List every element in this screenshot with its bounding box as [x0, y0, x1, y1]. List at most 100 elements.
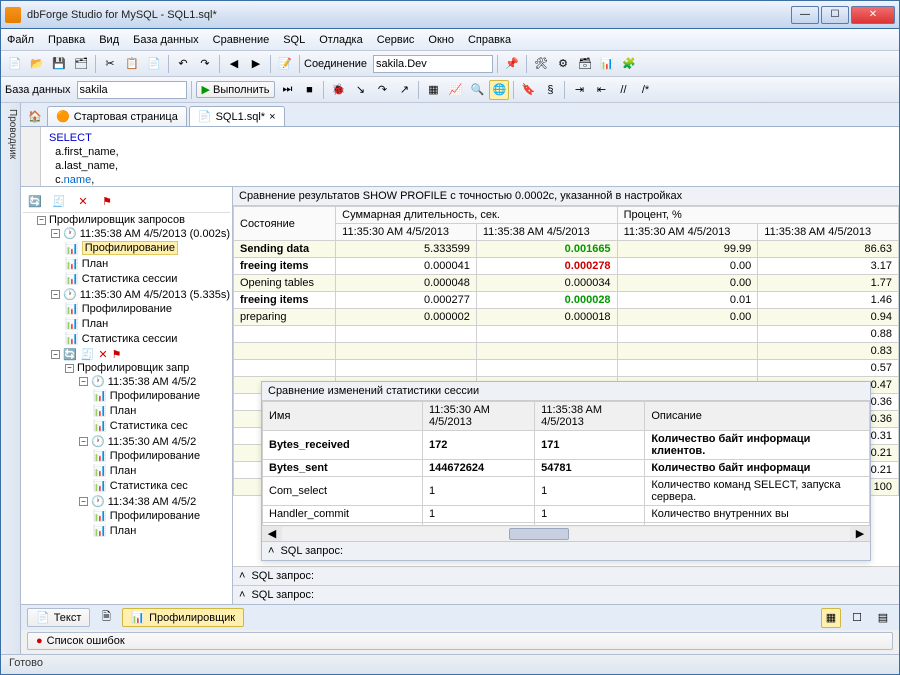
menu-view[interactable]: Вид: [99, 34, 119, 46]
tree-item[interactable]: 📊 План: [93, 404, 230, 417]
conn-input[interactable]: [373, 55, 493, 73]
delete-icon[interactable]: ✕: [73, 192, 93, 212]
tree-item[interactable]: 📊 Профилирование: [65, 241, 230, 255]
collapse-icon[interactable]: ˄: [268, 545, 274, 557]
scol-t1[interactable]: 11:35:30 AM 4/5/2013: [423, 402, 535, 431]
collapse-icon[interactable]: ˄: [239, 570, 245, 582]
indent-icon[interactable]: ⇥: [569, 80, 589, 100]
save-icon[interactable]: 💾: [49, 54, 69, 74]
filter-icon[interactable]: ⚑: [112, 348, 122, 361]
redo-icon[interactable]: ↷: [195, 54, 215, 74]
execute-button[interactable]: ▶ Выполнить: [196, 81, 276, 98]
scol-desc[interactable]: Описание: [645, 402, 870, 431]
tool-a-icon[interactable]: 🛠: [531, 54, 551, 74]
menu-db[interactable]: База данных: [133, 34, 199, 46]
props-icon[interactable]: 🧾: [81, 348, 95, 361]
props-icon[interactable]: 🧾: [49, 192, 69, 212]
world-icon[interactable]: 🌐: [489, 80, 509, 100]
tree-item[interactable]: 📊 Статистика сес: [93, 479, 230, 492]
tool-b-icon[interactable]: ⚙: [553, 54, 573, 74]
menu-sql[interactable]: SQL: [283, 34, 305, 46]
search-icon[interactable]: 🔍: [467, 80, 487, 100]
errors-button[interactable]: ●Список ошибок: [27, 632, 893, 650]
uncomment-icon[interactable]: /*: [635, 80, 655, 100]
chart-icon[interactable]: 📈: [445, 80, 465, 100]
debug-icon[interactable]: 🐞: [328, 80, 348, 100]
collapse-icon[interactable]: ˄: [239, 589, 245, 601]
fwd-icon[interactable]: ▶: [246, 54, 266, 74]
tree-item[interactable]: 📊 Профилирование: [93, 389, 230, 402]
tree-item[interactable]: 📊 План: [93, 464, 230, 477]
back-icon[interactable]: ◀: [224, 54, 244, 74]
tree-session[interactable]: −🕐 11:34:38 AM 4/5/2: [79, 495, 230, 508]
layout-b-icon[interactable]: ☐: [847, 608, 867, 628]
tab-close-icon[interactable]: ×: [269, 111, 275, 123]
h-scrollbar[interactable]: ◀ ▶: [262, 525, 870, 541]
tree-nested-root-label[interactable]: −Профилировщик запр: [65, 362, 230, 374]
tree-item[interactable]: 📊 Статистика сессии: [65, 272, 230, 285]
tab-plan-icon[interactable]: 🗎: [96, 608, 116, 628]
tree-item[interactable]: 📊 Профилирование: [93, 509, 230, 522]
tab-start[interactable]: 🟠 Стартовая страница: [47, 106, 187, 126]
copy-icon[interactable]: 📋: [122, 54, 142, 74]
filter-icon[interactable]: ⚑: [97, 192, 117, 212]
paste-icon[interactable]: 📄: [144, 54, 164, 74]
maximize-button[interactable]: ☐: [821, 6, 849, 24]
menu-help[interactable]: Справка: [468, 34, 511, 46]
tree-session[interactable]: −🕐 11:35:38 AM 4/5/2013 (0.002s): [51, 227, 230, 240]
tree-item[interactable]: 📊 План: [93, 524, 230, 537]
refresh-icon[interactable]: 🔄: [63, 348, 77, 361]
cut-icon[interactable]: ✂: [100, 54, 120, 74]
tree-item[interactable]: 📊 Профилирование: [93, 449, 230, 462]
refresh-icon[interactable]: 🔄: [25, 192, 45, 212]
tree-session[interactable]: −🕐 11:35:38 AM 4/5/2: [79, 375, 230, 388]
db-input[interactable]: [77, 81, 187, 99]
close-button[interactable]: ✕: [851, 6, 895, 24]
tree-session[interactable]: −🕐 11:35:30 AM 4/5/2013 (5.335s): [51, 288, 230, 301]
step-out-icon[interactable]: ↗: [394, 80, 414, 100]
tool-d-icon[interactable]: 📊: [597, 54, 617, 74]
tree-item[interactable]: 📊 План: [65, 257, 230, 270]
grid-icon[interactable]: ▦: [423, 80, 443, 100]
bookmark-icon[interactable]: 🔖: [518, 80, 538, 100]
tree-nested-root[interactable]: − 🔄 🧾 ✕ ⚑: [51, 348, 230, 361]
menu-edit[interactable]: Правка: [48, 34, 85, 46]
comment-icon[interactable]: //: [613, 80, 633, 100]
tool-c-icon[interactable]: 🗃: [575, 54, 595, 74]
tab-text[interactable]: 📄Текст: [27, 608, 90, 627]
tree-item[interactable]: 📊 Статистика сес: [93, 419, 230, 432]
step-in-icon[interactable]: ↘: [350, 80, 370, 100]
layout-a-icon[interactable]: ▦: [821, 608, 841, 628]
tool-e-icon[interactable]: 🧩: [619, 54, 639, 74]
tab-home-icon[interactable]: 🏠: [25, 106, 45, 126]
minimize-button[interactable]: —: [791, 6, 819, 24]
open-icon[interactable]: 📂: [27, 54, 47, 74]
tree-item[interactable]: 📊 План: [65, 317, 230, 330]
pin-icon[interactable]: 📌: [502, 54, 522, 74]
scol-t2[interactable]: 11:35:38 AM 4/5/2013: [535, 402, 645, 431]
scroll-thumb[interactable]: [509, 528, 569, 540]
tree-item[interactable]: 📊 Статистика сессии: [65, 332, 230, 345]
delete-icon[interactable]: ✕: [98, 348, 107, 361]
step-over-icon[interactable]: ↷: [372, 80, 392, 100]
menu-debug[interactable]: Отладка: [319, 34, 362, 46]
tab-profiler[interactable]: 📊Профилировщик: [122, 608, 244, 627]
session-grid[interactable]: Имя 11:35:30 AM 4/5/2013 11:35:38 AM 4/5…: [262, 401, 870, 525]
tree-item[interactable]: 📊 Профилирование: [65, 302, 230, 315]
sql-editor[interactable]: SELECT a.first_name, a.last_name, c.name…: [21, 127, 899, 187]
menu-file[interactable]: Файл: [7, 34, 34, 46]
fmt-icon[interactable]: §: [540, 80, 560, 100]
outdent-icon[interactable]: ⇤: [591, 80, 611, 100]
menu-compare[interactable]: Сравнение: [213, 34, 270, 46]
exec-step-icon[interactable]: ⏭: [277, 80, 297, 100]
menu-service[interactable]: Сервис: [377, 34, 415, 46]
tree-root[interactable]: −Профилировщик запросов: [37, 214, 230, 226]
tree-session[interactable]: −🕐 11:35:30 AM 4/5/2: [79, 435, 230, 448]
newq-icon[interactable]: 📝: [275, 54, 295, 74]
saveall-icon[interactable]: 🗂: [71, 54, 91, 74]
stop-icon[interactable]: ■: [299, 80, 319, 100]
undo-icon[interactable]: ↶: [173, 54, 193, 74]
explorer-tab[interactable]: Проводник: [1, 103, 21, 654]
layout-c-icon[interactable]: ▤: [873, 608, 893, 628]
tab-sql1[interactable]: 📄 SQL1.sql* ×: [189, 106, 285, 126]
